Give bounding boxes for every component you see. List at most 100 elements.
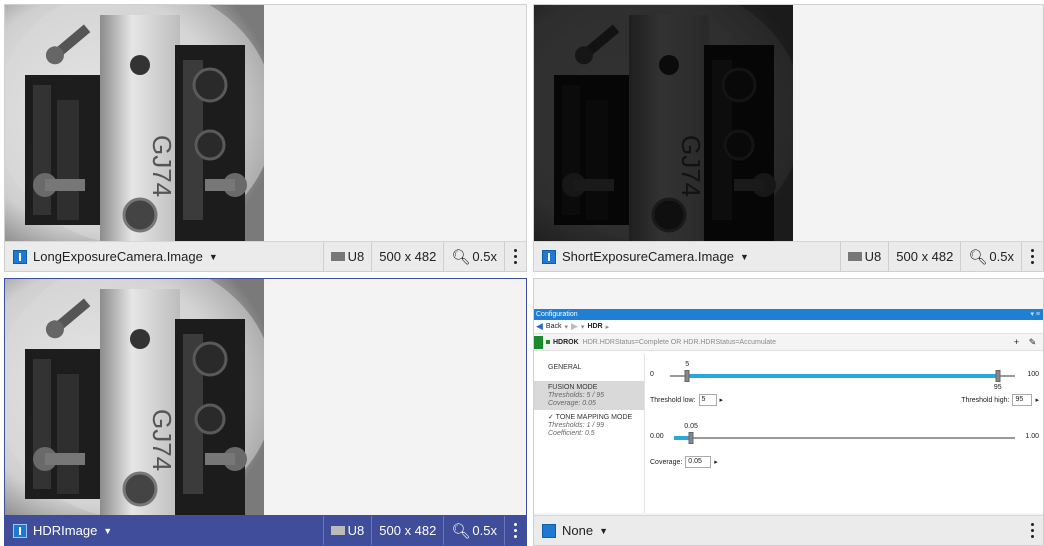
pixel-format-icon [330,252,345,261]
magnifier-icon: 🔍︎ [968,248,988,266]
viewer-statusbar: None ▼ [534,515,1043,545]
pixel-format: U8 [839,241,889,271]
tool-status-icon [534,335,543,349]
image-size: 500 x 482 [888,241,960,271]
pixel-format-icon [330,526,345,535]
slider-value: 0.05 [684,423,698,430]
forward-arrow-icon[interactable]: ▶ [571,321,578,332]
image-source-icon [13,249,27,264]
slider-max-label: 1.00 [1025,433,1039,440]
image-size: 500 x 482 [371,515,443,545]
threshold-low-label: Threshold low: [650,396,696,404]
more-options-icon[interactable] [1021,241,1043,271]
pin-icon[interactable]: ▾ ≡ [1030,309,1043,320]
breadcrumb-arrow-icon: ▸ [605,323,610,331]
pixel-format-label: U8 [347,523,365,538]
tool-row: HDROK HDR.HDRStatus=Complete OR HDR.HDRS… [534,334,1043,351]
configuration-title: Configuration [536,311,578,318]
image-source-label: ShortExposureCamera.Image [562,249,734,264]
image-source-label: None [562,523,594,538]
configuration-content: 0 5 95 100 Threshold low: 5 ▸ Threshold … [646,354,1043,513]
viewer-pane-long-exposure[interactable]: LongExposureCamera.Image ▼ U8 500 x 482 … [4,4,527,272]
viewer-pane-hdr[interactable]: HDRImage ▼ U8 500 x 482 🔍︎ 0.5x [4,278,527,546]
short-exposure-image [534,5,793,243]
image-source-icon [542,249,556,264]
breadcrumb-hdr[interactable]: HDR [587,323,602,330]
back-dropdown-icon[interactable]: ▾ [564,323,568,331]
image-source-label: HDRImage [33,523,98,538]
zoom-button[interactable]: 🔍︎ 0.5x [960,241,1021,271]
slider-max-label: 100 [1027,371,1039,378]
menu-item-detail: Thresholds: 1 / 99 [548,422,605,429]
viewer-statusbar: HDRImage ▼ U8 500 x 482 🔍︎ 0.5x [5,515,526,545]
menu-item-tone-mapping-mode[interactable]: ✓ TONE MAPPING MODE Thresholds: 1 / 99 C… [534,410,644,440]
viewer-pane-short-exposure[interactable]: ShortExposureCamera.Image ▼ U8 500 x 482… [533,4,1044,272]
threshold-low-arrow-icon[interactable]: ▸ [720,396,724,404]
slider-track[interactable]: 0.05 [674,423,1015,444]
pixel-format-label: U8 [864,249,882,264]
coverage-input[interactable]: 0.05 [685,456,712,468]
pixel-format: U8 [322,241,372,271]
menu-item-detail: Thresholds: 5 / 95 [548,392,605,399]
threshold-high-arrow-icon[interactable]: ▸ [1035,396,1039,404]
configuration-title-bar: Configuration ▾ ≡ [534,309,1043,320]
threshold-high-label: Threshold high: [961,396,1010,404]
menu-item-general[interactable]: GENERAL [534,354,644,381]
slider-thumb[interactable] [688,432,694,444]
threshold-high-input[interactable]: 95 [1012,394,1033,406]
menu-item-label: GENERAL [548,364,582,371]
back-arrow-icon[interactable]: ◀ [536,321,543,332]
viewer-pane-none[interactable]: Configuration ▾ ≡ ◀ Back ▾ ▶ ▾ HDR ▸ HDR… [533,278,1044,546]
threshold-low-input[interactable]: 5 [698,394,717,406]
image-source-label: LongExposureCamera.Image [33,249,203,264]
slider-thumb-low[interactable] [684,370,690,382]
back-button[interactable]: Back [546,323,562,330]
more-options-icon[interactable] [504,515,526,545]
coverage-label: Coverage: [650,458,683,466]
edit-icon[interactable]: ✎ [1026,337,1039,348]
threshold-high-field: Threshold high: 95 ▸ [961,394,1039,406]
zoom-level: 0.5x [472,523,497,538]
caret-down-icon: ▼ [103,525,113,536]
hdr-image [5,279,264,517]
tool-dot-icon [546,340,550,344]
slider-fill [687,374,998,378]
threshold-range-slider[interactable]: 0 5 95 100 [650,361,1039,391]
zoom-level: 0.5x [989,249,1014,264]
image-source-select[interactable]: LongExposureCamera.Image ▼ [5,249,323,264]
configuration-menu: GENERAL FUSION MODE Thresholds: 5 / 95 C… [534,354,645,513]
zoom-button[interactable]: 🔍︎ 0.5x [443,515,504,545]
add-button[interactable]: + [1010,337,1023,347]
more-options-icon[interactable] [504,241,526,271]
slider-track[interactable]: 5 95 [670,361,1015,391]
tool-name[interactable]: HDROK [553,339,579,346]
coverage-field: Coverage: 0.05 ▸ [650,456,718,468]
zoom-button[interactable]: 🔍︎ 0.5x [443,241,504,271]
menu-item-fusion-mode[interactable]: FUSION MODE Thresholds: 5 / 95 Coverage:… [534,381,644,410]
image-size: 500 x 482 [371,241,443,271]
slider-thumb-high[interactable] [995,370,1001,382]
configuration-body: GENERAL FUSION MODE Thresholds: 5 / 95 C… [534,354,1043,513]
menu-item-detail: Coefficient: 0.5 [548,430,595,437]
more-options-icon[interactable] [1021,516,1043,546]
forward-dropdown-icon[interactable]: ▾ [581,323,585,331]
slider-min-label: 0 [650,371,654,378]
magnifier-icon: 🔍︎ [451,248,471,266]
image-source-select[interactable]: None ▼ [534,523,1021,538]
image-source-select[interactable]: HDRImage ▼ [5,523,323,538]
pixel-format-icon [847,252,862,261]
threshold-low-field: Threshold low: 5 ▸ [650,394,723,406]
pixel-format-label: U8 [347,249,365,264]
slider-high-value: 95 [993,384,1002,391]
slider-low-value: 5 [685,361,690,368]
menu-item-detail: Coverage: 0.05 [548,400,596,407]
magnifier-icon: 🔍︎ [451,522,471,540]
coverage-arrow-icon[interactable]: ▸ [714,458,718,466]
viewer-statusbar: ShortExposureCamera.Image ▼ U8 500 x 482… [534,241,1043,271]
image-source-select[interactable]: ShortExposureCamera.Image ▼ [534,249,840,264]
tool-expression: HDR.HDRStatus=Complete OR HDR.HDRStatus=… [582,338,777,346]
image-source-icon [542,523,556,538]
caret-down-icon: ▼ [739,251,749,262]
coverage-slider[interactable]: 0.00 0.05 1.00 [650,423,1039,444]
slider-min-label: 0.00 [650,433,664,440]
